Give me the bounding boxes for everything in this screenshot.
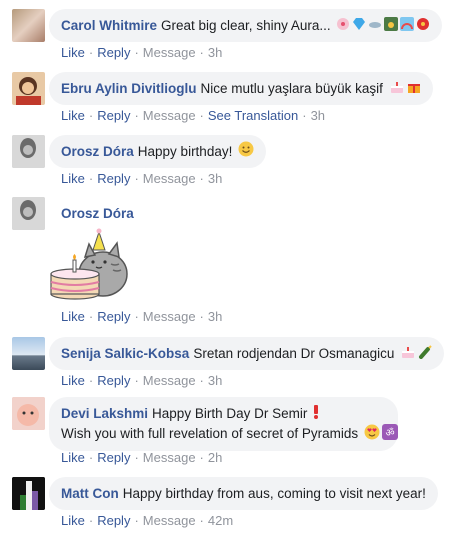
- message-link[interactable]: Message: [143, 373, 196, 388]
- message-link[interactable]: Message: [143, 45, 196, 60]
- like-link[interactable]: Like: [61, 513, 85, 528]
- om-symbol-emoji-icon: ॐ: [381, 423, 398, 445]
- comment-text: Sretan rodjendan Dr Osmanagicu: [193, 346, 395, 361]
- comment-actions: Like · Reply · Message · 42m: [61, 513, 234, 528]
- cake-emoji-icon: [389, 73, 405, 106]
- dolphin-emoji-icon: [368, 10, 382, 43]
- comment-text: Happy Birth Day Dr Semir: [152, 406, 308, 421]
- comment-author[interactable]: Matt Con: [61, 486, 119, 501]
- avatar[interactable]: [12, 477, 45, 510]
- avatar[interactable]: [12, 197, 45, 230]
- message-link[interactable]: Message: [143, 450, 196, 465]
- reply-link[interactable]: Reply: [97, 373, 130, 388]
- heart-eyes-emoji-icon: [364, 424, 380, 445]
- avatar[interactable]: [12, 397, 45, 430]
- like-link[interactable]: Like: [61, 309, 85, 324]
- timestamp[interactable]: 3h: [208, 373, 222, 388]
- comment-author[interactable]: Orosz Dóra: [61, 144, 134, 159]
- reply-link[interactable]: Reply: [97, 450, 130, 465]
- hibiscus-emoji-icon: [416, 10, 430, 43]
- message-link[interactable]: Message: [143, 171, 196, 186]
- comment-line-1: Devi Lakshmi Happy Birth Day Dr Semir: [61, 404, 386, 424]
- comment-text: Wish you with full revelation of secret …: [61, 426, 359, 441]
- comment-author[interactable]: Ebru Aylin Divitlioglu: [61, 81, 197, 96]
- avatar-photo: [12, 197, 45, 230]
- avatar[interactable]: [12, 9, 45, 42]
- message-link[interactable]: Message: [143, 513, 196, 528]
- comment-bubble: Senija Salkic-Kobsa Sretan rodjendan Dr O…: [49, 337, 445, 371]
- comment-actions: Like · Reply · Message · 2h: [61, 450, 223, 465]
- timestamp[interactable]: 3h: [208, 45, 222, 60]
- comment-bubble: Orosz Dóra Happy birthday!: [49, 135, 267, 169]
- reply-link[interactable]: Reply: [97, 45, 130, 60]
- rainbow-emoji-icon: [400, 10, 415, 43]
- comment-author[interactable]: Orosz Dóra: [61, 206, 134, 221]
- comment-actions: Like · Reply · Message · 3h: [61, 171, 223, 186]
- comment-text: Happy birthday from aus, coming to visit…: [122, 486, 426, 501]
- like-link[interactable]: Like: [61, 450, 85, 465]
- avatar[interactable]: [12, 337, 45, 370]
- comment-actions: Like · Reply · Message · 3h: [61, 45, 223, 60]
- like-link[interactable]: Like: [61, 45, 85, 60]
- message-link[interactable]: Message: [143, 108, 196, 123]
- pusheen-birthday-cake-sticker[interactable]: [49, 224, 129, 304]
- exclamation-emoji-icon: [313, 404, 319, 424]
- timestamp[interactable]: 42m: [208, 513, 233, 528]
- message-link[interactable]: Message: [143, 309, 196, 324]
- comment-text: Happy birthday!: [137, 144, 233, 159]
- comment-author[interactable]: Devi Lakshmi: [61, 406, 148, 421]
- avatar[interactable]: [12, 135, 45, 168]
- svg-text:ॐ: ॐ: [385, 427, 394, 439]
- cake-emoji-icon: [400, 338, 416, 371]
- avatar-photo: [12, 135, 45, 168]
- like-link[interactable]: Like: [61, 108, 85, 123]
- comment-bubble: Carol Whitmire Great big clear, shiny Aur…: [49, 9, 443, 43]
- like-link[interactable]: Like: [61, 373, 85, 388]
- reply-link[interactable]: Reply: [97, 513, 130, 528]
- comment-author[interactable]: Senija Salkic-Kobsa: [61, 346, 189, 361]
- gem-emoji-icon: [352, 10, 366, 43]
- avatar-photo: [12, 477, 45, 510]
- comment-bubble: Ebru Aylin Divitlioglu Nice mutlu yaşlara…: [49, 72, 433, 105]
- see-translation-link[interactable]: See Translation: [208, 108, 298, 123]
- reply-link[interactable]: Reply: [97, 108, 130, 123]
- comment-actions: Like · Reply · Message · See Translation · 3h: [61, 108, 326, 123]
- champagne-emoji-icon: [418, 338, 432, 371]
- sunrise-emoji-icon: [384, 10, 399, 43]
- timestamp[interactable]: 3h: [208, 309, 222, 324]
- comment-author[interactable]: Carol Whitmire: [61, 18, 157, 33]
- comment-actions: Like · Reply · Message · 3h: [61, 309, 223, 324]
- avatar-photo: [12, 397, 45, 430]
- reply-link[interactable]: Reply: [97, 171, 130, 186]
- flower-emoji-icon: [336, 10, 350, 43]
- timestamp[interactable]: 3h: [311, 108, 325, 123]
- timestamp[interactable]: 3h: [208, 171, 222, 186]
- timestamp[interactable]: 2h: [208, 450, 222, 465]
- avatar[interactable]: [12, 72, 45, 105]
- comment-bubble: Matt Con Happy birthday from aus, coming …: [49, 477, 438, 510]
- reply-link[interactable]: Reply: [97, 309, 130, 324]
- comment-line-2: Wish you with full revelation of secret …: [61, 423, 398, 445]
- comment-bubble: Devi Lakshmi Happy Birth Day Dr Semir Wis…: [49, 397, 398, 451]
- smile-emoji-icon: [238, 136, 254, 169]
- comment-text: Great big clear, shiny Aura...: [161, 18, 331, 33]
- comment-text: Nice mutlu yaşlara büyük kaşif: [200, 81, 383, 96]
- avatar-photo: [16, 77, 41, 105]
- gift-emoji-icon: [407, 73, 421, 106]
- comment-actions: Like · Reply · Message · 3h: [61, 373, 223, 388]
- like-link[interactable]: Like: [61, 171, 85, 186]
